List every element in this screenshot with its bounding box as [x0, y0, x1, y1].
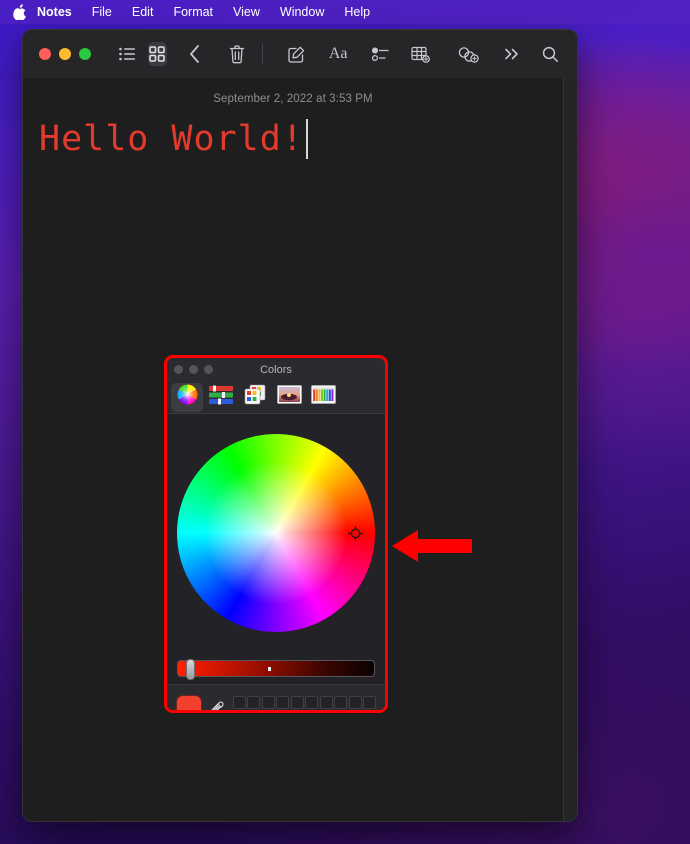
grid-view-icon[interactable]: [147, 42, 168, 66]
annotation-arrow-icon: [392, 527, 472, 565]
swatch-well[interactable]: [276, 695, 289, 709]
swatch-well[interactable]: [247, 710, 260, 713]
table-icon[interactable]: [411, 42, 431, 66]
menu-item-help[interactable]: Help: [334, 0, 380, 24]
menu-item-notes[interactable]: Notes: [31, 0, 82, 24]
list-view-icon[interactable]: [118, 42, 138, 66]
window-traffic-lights: [39, 48, 91, 60]
note-title-value: Hello World!: [39, 119, 304, 159]
notes-toolbar: Aa: [23, 30, 577, 78]
maximize-window-button[interactable]: [79, 48, 91, 60]
back-chevron-icon[interactable]: [184, 42, 204, 66]
note-date-label: September 2, 2022 at 3:53 PM: [213, 93, 373, 105]
pencils-icon: [310, 385, 336, 409]
menu-item-file[interactable]: File: [82, 0, 122, 24]
text-caret: [305, 119, 308, 160]
colors-panel-title: Colors: [260, 363, 292, 376]
swatch-well[interactable]: [363, 695, 376, 709]
color-sliders-tab[interactable]: [205, 383, 237, 412]
apple-logo-icon[interactable]: [12, 3, 27, 21]
search-icon[interactable]: [540, 42, 560, 66]
close-window-button[interactable]: [39, 48, 51, 60]
current-color-swatch[interactable]: [176, 694, 203, 710]
colors-panel-tabs: [167, 381, 385, 414]
eyedropper-icon[interactable]: [206, 695, 226, 710]
checklist-icon[interactable]: [371, 42, 391, 66]
colors-panel-titlebar: Colors: [167, 358, 385, 381]
trash-icon[interactable]: [227, 42, 247, 66]
menu-item-edit[interactable]: Edit: [122, 0, 164, 24]
swatch-well[interactable]: [334, 695, 347, 709]
swatch-well[interactable]: [276, 710, 289, 713]
swatch-well[interactable]: [305, 710, 318, 713]
note-title-text[interactable]: Hello World!: [23, 119, 563, 160]
compose-note-icon[interactable]: [286, 42, 306, 66]
color-wheel[interactable]: [177, 434, 375, 632]
crosshair-target-icon[interactable]: [347, 525, 364, 542]
color-wheel-tab[interactable]: [171, 382, 203, 412]
color-wheel-icon: [176, 383, 199, 411]
colors-panel-footer: [167, 684, 385, 713]
swatch-well[interactable]: [232, 695, 246, 709]
swatch-well[interactable]: [348, 695, 362, 709]
add-link-icon[interactable]: [458, 42, 479, 66]
brightness-slider-area: [167, 652, 385, 684]
minimize-window-button[interactable]: [59, 48, 71, 60]
image-spectrum-icon: [276, 385, 302, 409]
brightness-slider-thumb[interactable]: [186, 658, 195, 680]
swatch-well[interactable]: [247, 695, 260, 709]
color-swatch-grid[interactable]: [232, 695, 376, 713]
swatch-well[interactable]: [290, 695, 304, 709]
palettes-icon: [243, 384, 267, 411]
menu-bar: Notes File Edit Format View Window Help: [0, 0, 690, 24]
swatch-well[interactable]: [291, 710, 304, 713]
swatch-well[interactable]: [319, 695, 333, 709]
color-wheel-area[interactable]: [167, 414, 385, 652]
brightness-slider[interactable]: [177, 658, 375, 680]
format-aa-icon[interactable]: Aa: [327, 42, 350, 66]
swatch-well[interactable]: [261, 695, 275, 709]
swatch-well[interactable]: [320, 710, 333, 713]
menu-item-view[interactable]: View: [223, 0, 270, 24]
swatch-well[interactable]: [334, 710, 347, 713]
swatch-well[interactable]: [363, 710, 376, 713]
swatch-well[interactable]: [262, 710, 275, 713]
menu-item-format[interactable]: Format: [163, 0, 223, 24]
pencils-tab[interactable]: [307, 383, 339, 412]
brightness-slider-tick: [268, 666, 272, 671]
swatch-well[interactable]: [305, 695, 318, 709]
colors-panel: Colors: [164, 355, 388, 713]
image-palettes-tab[interactable]: [273, 383, 305, 412]
desktop-screen: Notes File Edit Format View Window Help: [0, 0, 690, 844]
note-list-column-edge: [563, 78, 577, 821]
swatch-well[interactable]: [349, 710, 362, 713]
swatch-well[interactable]: [233, 710, 246, 713]
color-palettes-tab[interactable]: [239, 383, 271, 412]
more-chevrons-icon[interactable]: [502, 42, 522, 66]
toolbar-divider: [261, 44, 263, 64]
menu-item-window[interactable]: Window: [270, 0, 334, 24]
rgb-sliders-icon: [209, 385, 233, 410]
